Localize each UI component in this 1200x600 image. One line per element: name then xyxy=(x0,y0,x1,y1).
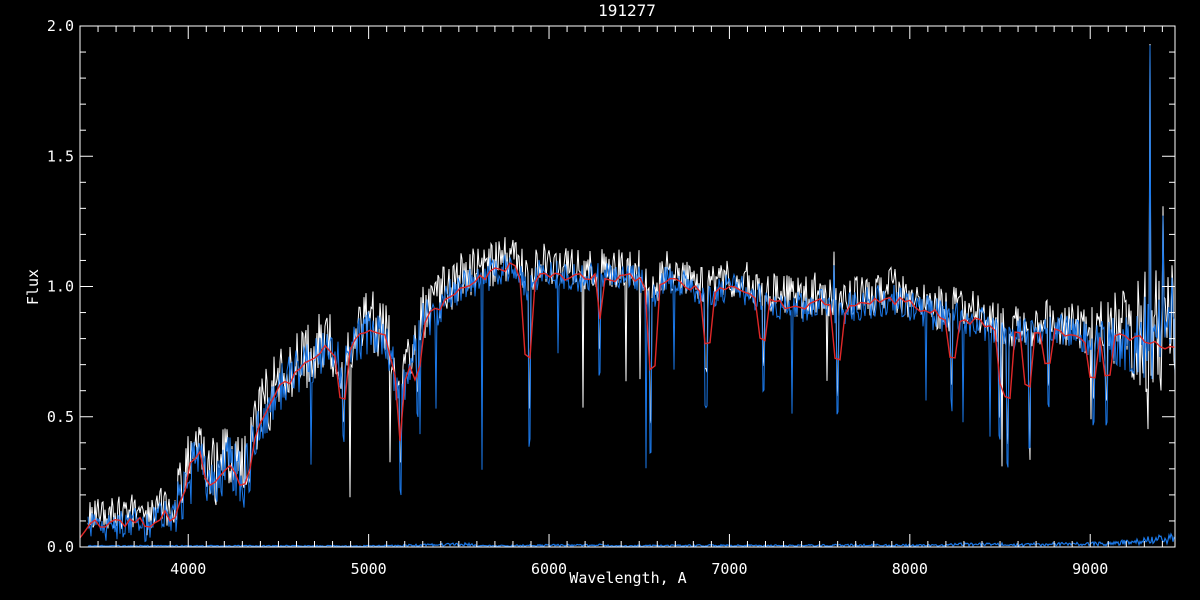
x-tick-label: 4000 xyxy=(170,560,206,578)
plot-title: 191277 xyxy=(598,1,656,20)
x-tick-label: 5000 xyxy=(351,560,387,578)
x-tick-label: 7000 xyxy=(711,560,747,578)
y-tick-label: 0.5 xyxy=(47,408,74,426)
spectrum-plot-canvas: 4000500060007000800090000.00.51.01.52.0 … xyxy=(0,0,1200,600)
y-tick-label: 1.0 xyxy=(47,278,74,296)
x-tick-label: 6000 xyxy=(531,560,567,578)
y-tick-label: 1.5 xyxy=(47,147,74,165)
series-processed-spectrum xyxy=(88,45,1175,541)
x-tick-label: 9000 xyxy=(1072,560,1108,578)
y-tick-label: 0.0 xyxy=(47,538,74,556)
y-axis-label: Flux xyxy=(24,269,42,305)
y-tick-label: 2.0 xyxy=(47,17,74,35)
x-tick-label: 8000 xyxy=(892,560,928,578)
series-layer xyxy=(80,44,1175,547)
spectrum-figure: 4000500060007000800090000.00.51.01.52.0 … xyxy=(0,0,1200,600)
x-axis-label: Wavelength, A xyxy=(569,569,686,587)
series-sky-baseline xyxy=(88,534,1175,547)
